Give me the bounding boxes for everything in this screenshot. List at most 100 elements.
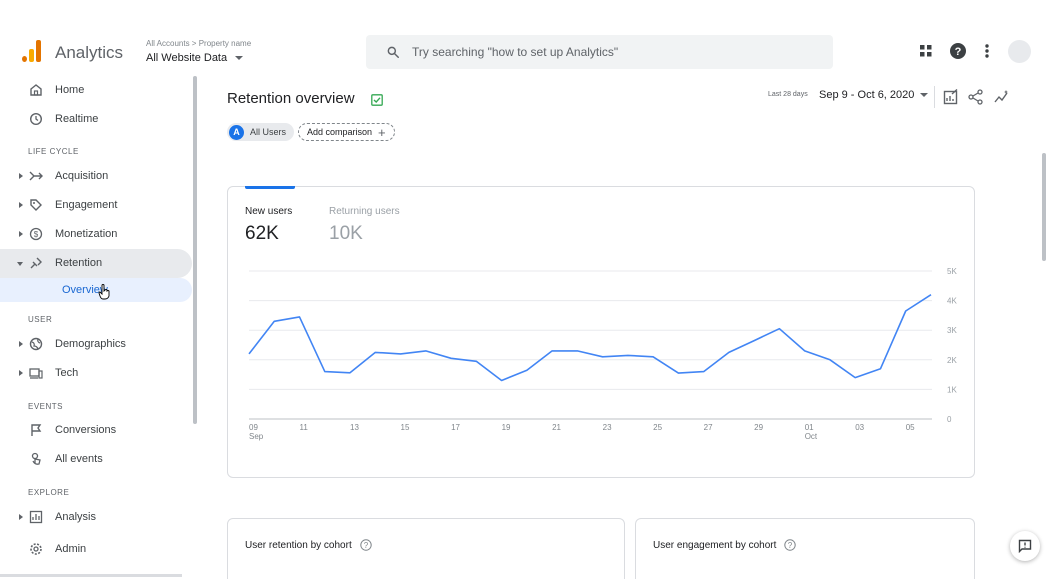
x-tick-label: 05 (906, 423, 915, 432)
section-lifecycle: LIFE CYCLE (28, 147, 79, 156)
new-users-line-chart[interactable]: 5K 4K 3K 2K 1K 0 09Sep 11 13 15 17 19 21 23 25 27 29 01Oc… (228, 187, 974, 477)
feedback-button[interactable] (1010, 531, 1040, 561)
section-explore: EXPLORE (28, 488, 70, 497)
dollar-icon: $ (29, 227, 43, 241)
chip-label: All Users (250, 127, 287, 137)
help-icon[interactable]: ? (950, 43, 966, 59)
search-bar[interactable] (366, 35, 833, 69)
x-tick-label: 13 (350, 423, 359, 432)
x-tick-sublabel: Oct (805, 432, 818, 441)
comparison-chip-all-users[interactable]: A All Users (227, 123, 295, 141)
sidebar-item-label: Realtime (55, 113, 99, 125)
sidebar-scrollbar[interactable] (193, 76, 197, 424)
expand-arrow-icon (19, 341, 23, 347)
hand-pointer-icon (98, 284, 110, 300)
account-avatar[interactable] (1008, 40, 1031, 63)
account-breadcrumb[interactable]: All Accounts > Property name (146, 39, 251, 48)
flag-icon (31, 424, 42, 436)
sidebar-item-retention[interactable]: Retention (0, 249, 192, 278)
data-point (576, 350, 578, 352)
sidebar-item-realtime[interactable]: Realtime (0, 105, 192, 134)
top-app-bar: Analytics All Accounts > Property name A… (0, 0, 1049, 74)
sidebar-item-tech[interactable]: Tech (0, 359, 192, 388)
more-vert-glyph (985, 44, 989, 58)
analytics-logo[interactable] (22, 40, 42, 62)
data-point (526, 369, 528, 371)
y-tick-label: 2K (947, 356, 957, 365)
search-input[interactable] (412, 43, 812, 61)
sidebar-item-conversions[interactable]: Conversions (0, 416, 192, 445)
chevron-down-icon (920, 93, 929, 97)
sidebar-item-demographics[interactable]: Demographics (0, 330, 192, 359)
data-point (930, 293, 932, 295)
add-comparison-label: Add comparison (307, 127, 373, 137)
sidebar-item-analysis[interactable]: Analysis (0, 503, 192, 532)
globe-icon (29, 337, 43, 351)
help-outline-icon[interactable]: ? (360, 539, 372, 551)
sidebar-item-label: Analysis (55, 511, 96, 523)
customize-report-icon[interactable] (943, 89, 959, 105)
x-tick-label: 27 (704, 423, 713, 432)
property-name: All Website Data (146, 52, 228, 64)
apps-grid-icon[interactable] (918, 43, 934, 59)
y-tick-label: 5K (947, 267, 957, 276)
data-point (273, 320, 275, 322)
section-events: EVENTS (28, 402, 64, 411)
home-icon (30, 84, 42, 96)
help-outline-icon[interactable]: ? (784, 539, 797, 551)
sidebar-item-all-events[interactable]: All events (0, 445, 192, 474)
collapse-arrow-icon (17, 262, 23, 266)
x-tick-label: 21 (552, 423, 561, 432)
gear-icon (30, 543, 42, 555)
analysis-icon (29, 510, 43, 524)
app-title: Analytics (55, 43, 124, 62)
more-vert-icon[interactable] (979, 43, 995, 59)
sidebar-item-overview[interactable]: Overview (0, 278, 192, 302)
expand-arrow-icon (19, 231, 23, 237)
data-point (854, 376, 856, 378)
chevron-down-icon (235, 56, 244, 60)
expand-arrow-icon (19, 202, 23, 208)
sidebar-item-home[interactable]: Home (0, 76, 192, 105)
retention-icon (30, 257, 42, 269)
logo-bar-mid (29, 49, 34, 62)
data-point (450, 357, 452, 359)
share-icon[interactable] (968, 89, 984, 105)
insights-icon[interactable] (994, 89, 1010, 105)
retention-chart-card: New users 62K Returning users 10K 5K 4K 3K… (227, 186, 975, 478)
card-title: User retention by cohort (245, 539, 352, 551)
sidebar-item-admin[interactable]: Admin (0, 535, 192, 564)
data-point (627, 354, 629, 356)
sidebar-item-acquisition[interactable]: Acquisition (0, 162, 192, 191)
svg-text:?: ? (788, 541, 793, 550)
apps-grid-glyph (920, 45, 932, 57)
sidebar-item-label: Conversions (55, 424, 117, 436)
sidebar-item-label: Acquisition (55, 170, 109, 182)
sidebar-item-label: Admin (55, 543, 87, 555)
data-point (905, 310, 907, 312)
sidebar-item-engagement[interactable]: Engagement (0, 191, 192, 220)
page-scrollbar[interactable] (1042, 153, 1046, 261)
segment-avatar: A (229, 124, 244, 140)
data-point (804, 350, 806, 352)
acquisition-icon (29, 171, 43, 181)
expand-arrow-icon (19, 370, 23, 376)
svg-text:?: ? (363, 541, 368, 550)
verified-check-icon[interactable] (371, 94, 383, 106)
x-tick-label: 03 (855, 423, 864, 432)
y-tick-label: 1K (947, 385, 957, 394)
date-range-picker[interactable]: Sep 9 - Oct 6, 2020 (819, 89, 929, 101)
data-point (500, 379, 502, 381)
data-point (778, 328, 780, 330)
sidebar-item-label: Demographics (55, 338, 126, 350)
sidebar-item-monetization[interactable]: $ Monetization (0, 220, 192, 249)
data-point (702, 370, 704, 372)
data-point (601, 356, 603, 358)
date-range-preset: Last 28 days (768, 91, 808, 98)
add-comparison-button[interactable]: Add comparison + (298, 123, 395, 141)
data-point (374, 351, 376, 353)
sidebar-item-label: Engagement (55, 199, 118, 211)
feedback-icon (1018, 539, 1032, 553)
property-selector[interactable]: All Website Data (146, 52, 244, 64)
toolbar-divider (934, 86, 935, 108)
